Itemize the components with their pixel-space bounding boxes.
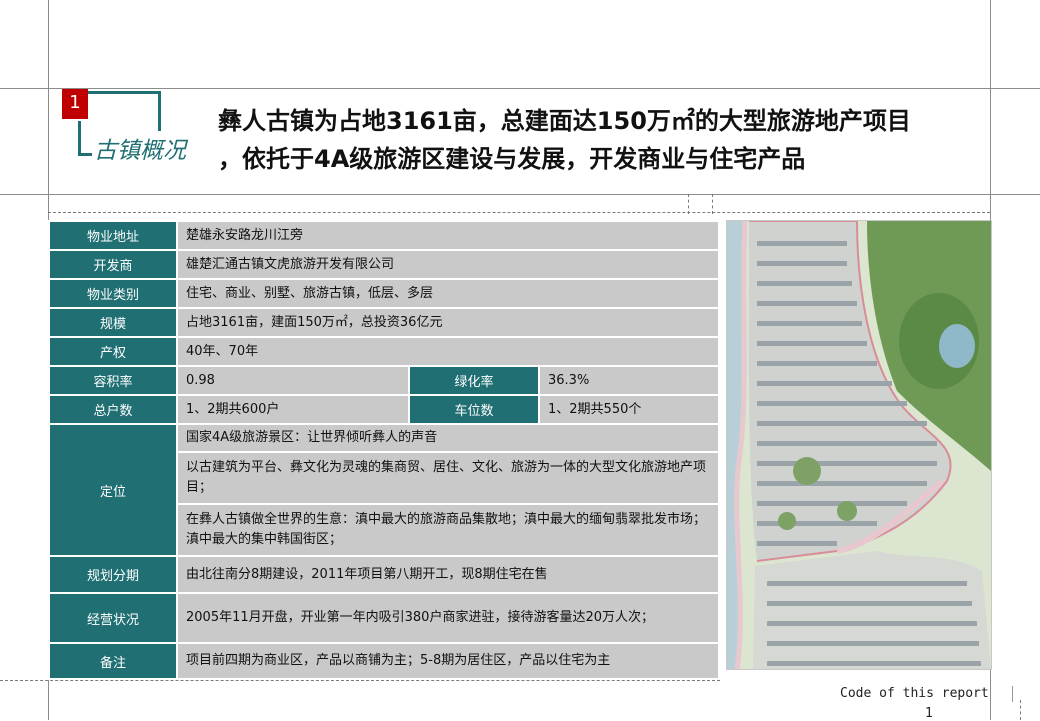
headline: 彝人古镇为占地3161亩，总建面达150万㎡的大型旅游地产项目 ，依托于4A级旅… [218,102,988,178]
row-value: 40年、70年 [175,336,721,367]
table-row: 物业类别 住宅、商业、别墅、旅游古镇，低层、多层 [48,278,721,309]
table-row: 规划分期 由北往南分8期建设，2011年项目第八期开工，现8期住宅在售 [48,555,721,594]
project-info-table: 物业地址 楚雄永安路龙川江旁 开发商 雄楚汇通古镇文虎旅游开发有限公司 物业类别… [48,220,721,680]
row-label: 规划分期 [48,555,178,594]
guide-dash-bottom [0,680,720,681]
row-label: 产权 [48,336,178,367]
row-value: 36.3% [537,365,721,396]
row-label: 定位 [48,423,178,557]
row-label: 物业类别 [48,278,178,309]
row-label: 规模 [48,307,178,338]
section-frame [78,153,92,156]
guide-dash-v2 [712,194,713,214]
row-label: 车位数 [408,394,540,425]
guide-dash-top [48,212,990,213]
row-label: 开发商 [48,249,178,280]
row-value: 以古建筑为平台、彝文化为灵魂的集商贸、居住、文化、旅游为一体的大型文化旅游地产项… [175,451,721,505]
table-row: 备注 项目前四期为商业区，产品以商铺为主；5-8期为居住区，产品以住宅为主 [48,642,721,680]
section-frame [78,121,81,155]
row-value: 楚雄永安路龙川江旁 [175,220,721,251]
table-row: 物业地址 楚雄永安路龙川江旁 [48,220,721,251]
section-frame [158,91,161,131]
row-label: 容积率 [48,365,178,396]
row-value: 由北往南分8期建设，2011年项目第八期开工，现8期住宅在售 [175,555,721,594]
table-row: 规模 占地3161亩，建面150万㎡，总投资36亿元 [48,307,721,338]
section-frame [88,91,160,94]
row-value: 占地3161亩，建面150万㎡，总投资36亿元 [175,307,721,338]
guide-line-top [0,88,1040,89]
row-label: 备注 [48,642,178,680]
guide-dash-v3 [1020,700,1021,720]
row-value: 1、2期共550个 [537,394,721,425]
headline-line-1: 彝人古镇为占地3161亩，总建面达150万㎡的大型旅游地产项目 [218,107,911,135]
table-row: 定位 国家4A级旅游景区：让世界倾听彝人的声音 [48,423,721,557]
table-row: 开发商 雄楚汇通古镇文虎旅游开发有限公司 [48,249,721,280]
section-number: 1 [62,89,88,119]
row-label: 总户数 [48,394,178,425]
footer-divider [1012,686,1013,702]
row-label: 绿化率 [408,365,540,396]
headline-line-2: ，依托于4A级旅游区建设与发展，开发商业与住宅产品 [218,145,806,173]
report-code: Code of this report [840,686,989,701]
table-row: 产权 40年、70年 [48,336,721,367]
row-value: 雄楚汇通古镇文虎旅游开发有限公司 [175,249,721,280]
row-value: 在彝人古镇做全世界的生意：滇中最大的旅游商品集散地；滇中最大的缅甸翡翠批发市场；… [175,503,721,557]
row-value: 1、2期共600户 [176,394,410,425]
table-row: 容积率 0.98 绿化率 36.3% [48,365,721,396]
row-value: 0.98 [176,365,410,396]
table-row: 总户数 1、2期共600户 车位数 1、2期共550个 [48,394,721,425]
table-row: 经营状况 2005年11月开盘，开业第一年内吸引380户商家进驻，接待游客量达2… [48,592,721,644]
row-value: 项目前四期为商业区，产品以商铺为主；5-8期为居住区，产品以住宅为主 [175,642,721,680]
guide-dash-v1 [688,194,689,214]
row-label: 经营状况 [48,592,178,644]
page-number: 1 [925,706,933,721]
guide-line-mid [0,194,1040,195]
row-value: 住宅、商业、别墅、旅游古镇，低层、多层 [175,278,721,309]
section-title: 古镇概况 [94,138,186,164]
row-value: 2005年11月开盘，开业第一年内吸引380户商家进驻，接待游客量达20万人次； [175,592,721,644]
masterplan-image [726,220,992,670]
row-label: 物业地址 [48,220,178,251]
row-value: 国家4A级旅游景区：让世界倾听彝人的声音 [175,423,721,453]
